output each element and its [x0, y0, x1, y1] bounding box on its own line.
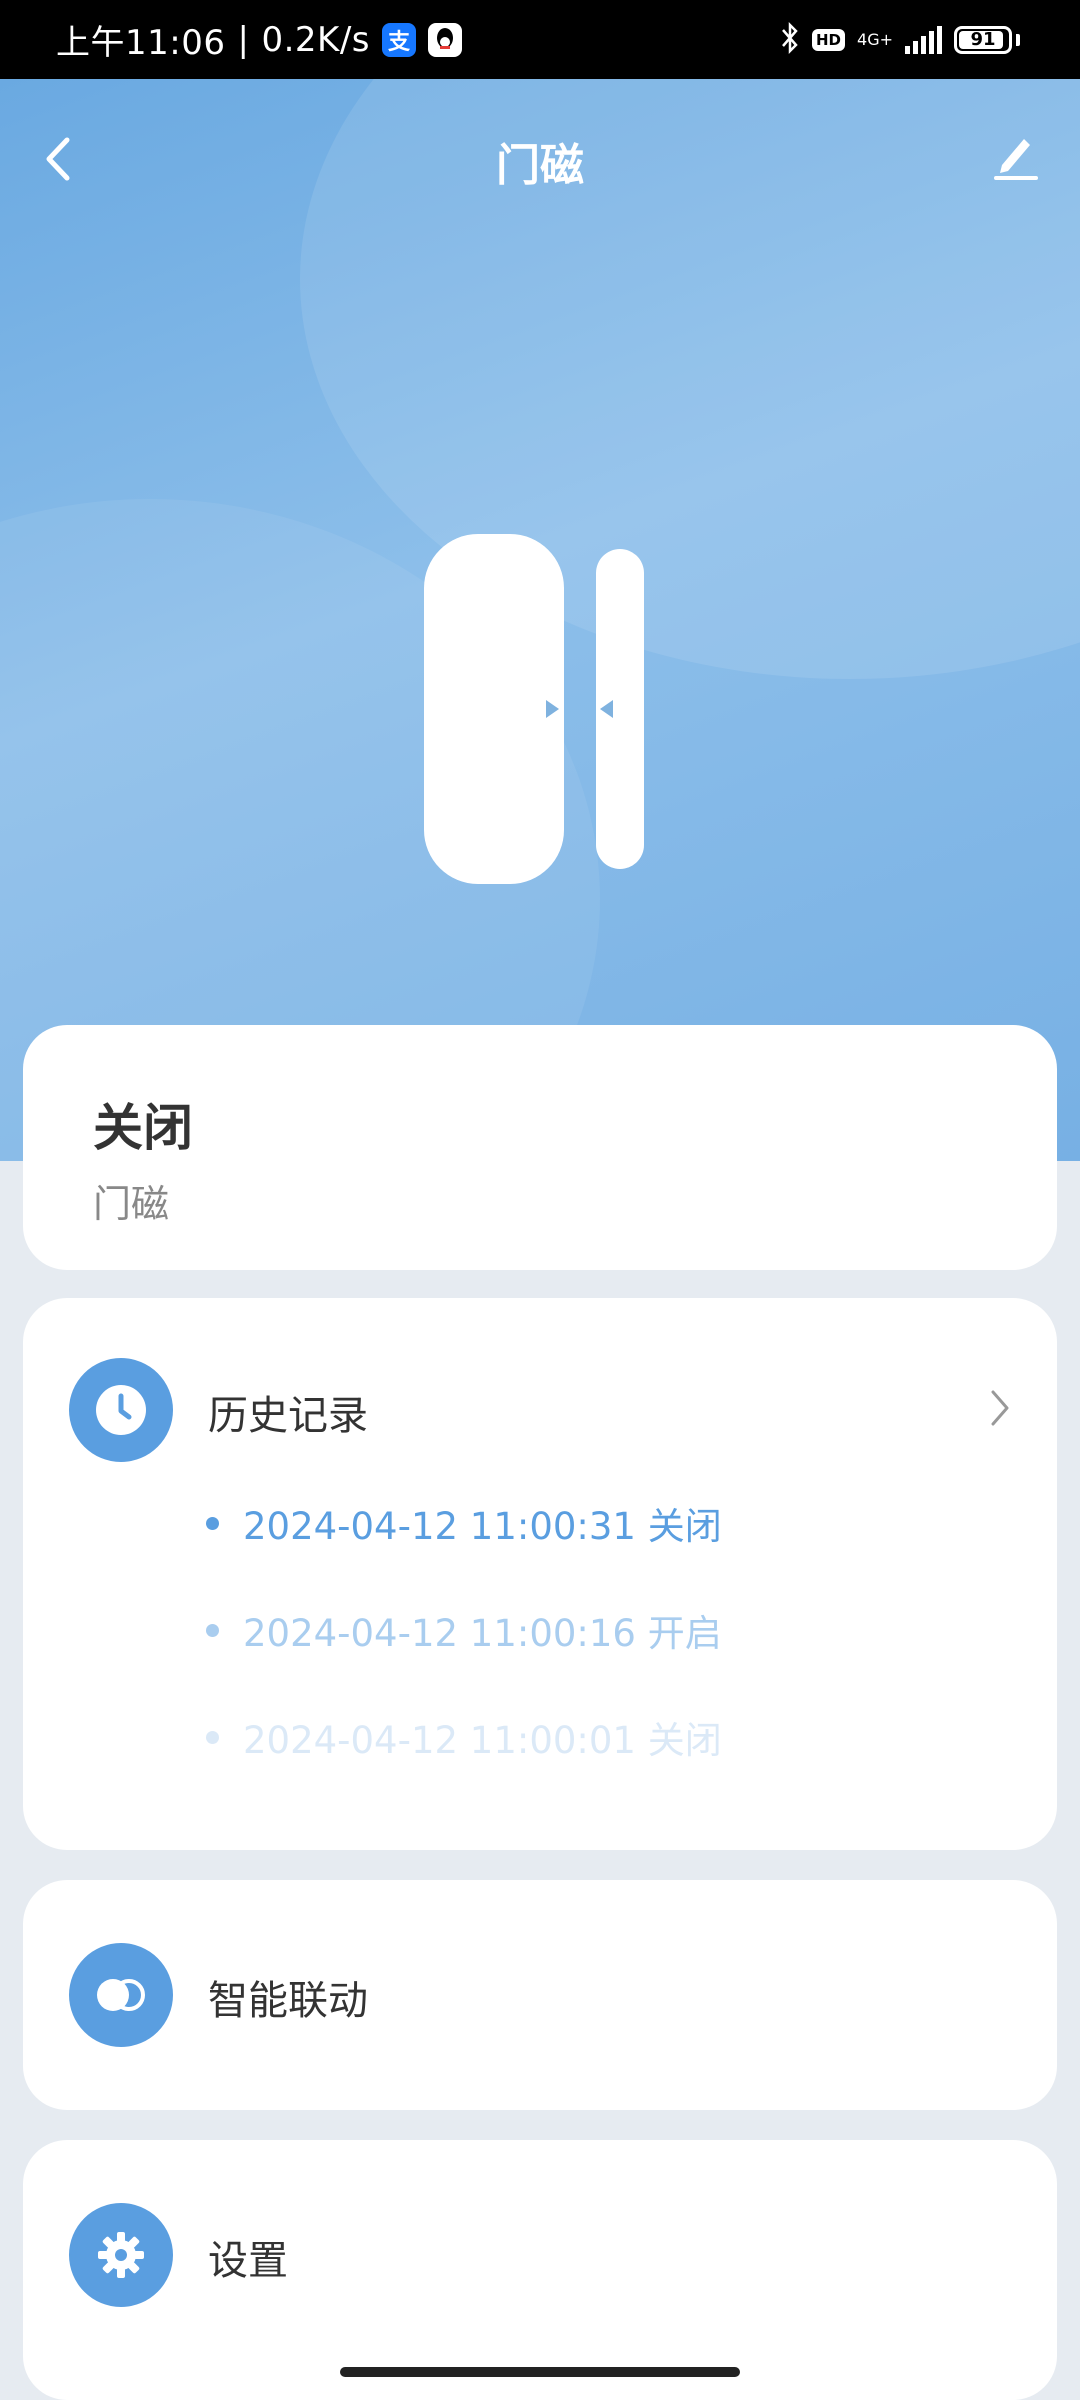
toggle-icon [69, 1943, 173, 2047]
pencil-icon [994, 139, 1038, 180]
history-card[interactable]: 历史记录 2024-04-12 11:00:31 关闭 2024-04-12 1… [23, 1298, 1057, 1850]
hd-icon: HD [812, 28, 846, 51]
history-record: 2024-04-12 11:00:31 关闭 [206, 1498, 722, 1548]
qq-icon [428, 22, 462, 57]
chevron-right-icon [989, 1388, 1011, 1432]
record-dot [206, 1516, 219, 1530]
history-record: 2024-04-12 11:00:01 关闭 [206, 1712, 722, 1762]
device-state: 关闭 [93, 1099, 193, 1157]
record-text: 2024-04-12 11:00:16 开启 [243, 1612, 722, 1655]
status-time: 上午11:06 [56, 23, 226, 63]
page-title: 门磁 [496, 140, 584, 191]
history-record: 2024-04-12 11:00:16 开启 [206, 1605, 722, 1655]
home-indicator[interactable] [340, 2367, 740, 2377]
device-name: 门磁 [93, 1182, 170, 1226]
record-text: 2024-04-12 11:00:31 关闭 [243, 1505, 722, 1548]
status-separator: | [237, 19, 250, 60]
door-sensor-illustration [424, 534, 646, 884]
gear-icon [69, 2203, 173, 2307]
edit-button[interactable] [980, 121, 1050, 191]
battery-icon: 91 [954, 25, 1012, 54]
record-dot [206, 1730, 219, 1744]
navigation-bar: 门磁 [0, 79, 1080, 239]
sensor-body [424, 534, 564, 884]
alipay-icon: 支 [382, 22, 416, 57]
battery-cap [1016, 33, 1020, 46]
record-text: 2024-04-12 11:00:01 关闭 [243, 1719, 722, 1762]
status-network-speed: 0.2K/s [261, 19, 370, 60]
bluetooth-icon [780, 21, 800, 59]
status-bar: 上午11:06 | 0.2K/s 支 HD 4G+ 91 [0, 0, 1080, 79]
automation-label: 智能联动 [208, 1978, 368, 2024]
automation-card[interactable]: 智能联动 [23, 1880, 1057, 2110]
device-status-card: 关闭 门磁 [23, 1025, 1057, 1270]
settings-card[interactable]: 设置 [23, 2140, 1057, 2400]
clock-icon [69, 1358, 173, 1462]
record-dot [206, 1623, 219, 1637]
triangle-right-icon [546, 700, 559, 718]
settings-label: 设置 [208, 2238, 288, 2284]
triangle-left-icon [600, 700, 613, 718]
signal-icon [905, 25, 942, 54]
device-hero [0, 79, 1080, 1161]
battery-level: 91 [970, 29, 996, 50]
network-type: 4G+ [857, 29, 893, 49]
history-label: 历史记录 [208, 1393, 368, 1439]
